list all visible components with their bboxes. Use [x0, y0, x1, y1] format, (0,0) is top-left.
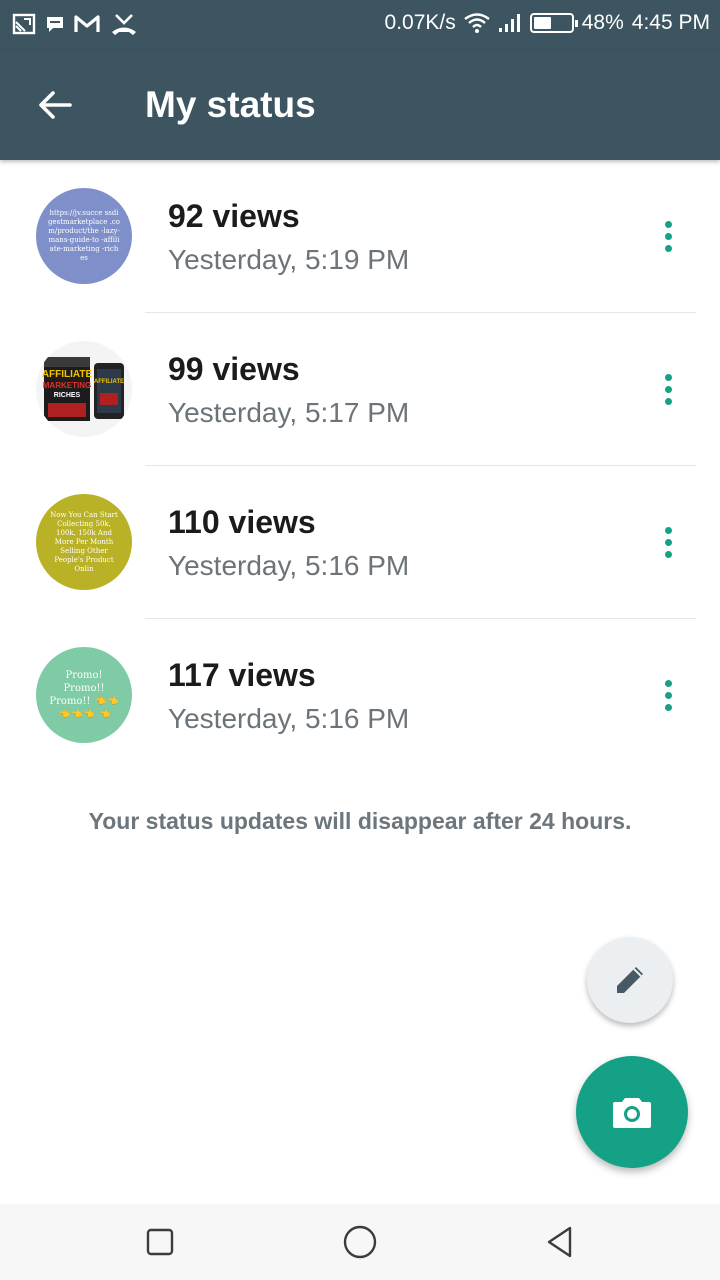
- circle-icon: [343, 1225, 377, 1259]
- more-options-button[interactable]: [650, 518, 686, 566]
- svg-text:RICHES: RICHES: [54, 392, 81, 399]
- status-item[interactable]: Now You Can Start Collecting 50k, 100k, …: [0, 466, 720, 619]
- status-item[interactable]: AFFILIATE MARKETING RICHES AFFILIATE 99 …: [0, 313, 720, 466]
- text-status-button[interactable]: [587, 937, 673, 1023]
- svg-text:AFFILIATE: AFFILIATE: [94, 379, 124, 385]
- camera-status-button[interactable]: [576, 1056, 688, 1168]
- status-time: Yesterday, 5:17 PM: [168, 397, 410, 428]
- cast-icon: [12, 13, 36, 35]
- missed-call-icon: [112, 14, 136, 35]
- battery-percent: 48%: [581, 11, 624, 34]
- recents-button[interactable]: [140, 1222, 180, 1262]
- camera-icon: [613, 1098, 651, 1128]
- svg-text:AFFILIATE: AFFILIATE: [42, 369, 93, 380]
- back-nav-button[interactable]: [540, 1222, 580, 1262]
- status-thumbnail[interactable]: Now You Can Start Collecting 50k, 100k, …: [36, 494, 132, 590]
- status-item[interactable]: Promo! Promo!! Promo!! 👈👈👈👈👈 👈 117 views…: [0, 619, 720, 772]
- more-options-button[interactable]: [650, 212, 686, 260]
- signal-icon: [498, 14, 520, 32]
- home-button[interactable]: [340, 1222, 380, 1262]
- back-button[interactable]: [30, 80, 80, 130]
- wifi-icon: [464, 13, 490, 33]
- more-vert-icon: [664, 373, 672, 381]
- gmail-icon: [74, 15, 100, 32]
- thumbnail-text: Now You Can Start Collecting 50k, 100k, …: [50, 510, 118, 573]
- more-vert-icon: [664, 679, 672, 687]
- network-speed: 0.07K/s: [384, 11, 456, 34]
- system-nav-bar: [0, 1204, 720, 1280]
- view-count: 92 views: [168, 198, 300, 234]
- arrow-back-icon: [39, 91, 72, 119]
- clock: 4:45 PM: [631, 11, 710, 34]
- svg-text:MARKETING: MARKETING: [43, 381, 91, 390]
- more-vert-icon: [664, 220, 672, 228]
- status-list: https://jv.succe ssdigestmarketplace .co…: [0, 160, 720, 772]
- square-icon: [146, 1228, 174, 1256]
- view-count: 117 views: [168, 657, 316, 693]
- view-count: 99 views: [168, 351, 300, 387]
- message-icon: [47, 17, 63, 32]
- more-options-button[interactable]: [650, 365, 686, 413]
- triangle-back-icon: [547, 1226, 572, 1258]
- thumbnail-text: Promo! Promo!! Promo!! 👈👈👈👈👈 👈: [49, 670, 119, 720]
- thumbnail-text: https://jv.succe ssdigestmarketplace .co…: [48, 209, 120, 262]
- app-bar: My status: [0, 50, 720, 160]
- pencil-icon: [617, 967, 643, 993]
- page-title: My status: [145, 84, 316, 125]
- status-thumbnail[interactable]: AFFILIATE MARKETING RICHES AFFILIATE: [36, 341, 132, 437]
- status-time: Yesterday, 5:19 PM: [168, 244, 410, 275]
- battery-icon: [529, 13, 578, 33]
- system-status-bar: 0.07K/s 48% 4:45 PM: [0, 0, 720, 50]
- status-thumbnail[interactable]: Promo! Promo!! Promo!! 👈👈👈👈👈 👈: [36, 647, 132, 743]
- status-item[interactable]: https://jv.succe ssdigestmarketplace .co…: [0, 160, 720, 313]
- more-options-button[interactable]: [650, 671, 686, 719]
- ebook-cover-image: AFFILIATE MARKETING RICHES AFFILIATE: [42, 357, 124, 421]
- view-count: 110 views: [168, 504, 316, 540]
- status-time: Yesterday, 5:16 PM: [168, 703, 410, 734]
- notification-icons: [12, 12, 138, 36]
- more-vert-icon: [664, 526, 672, 534]
- expiry-note: Your status updates will disappear after…: [88, 808, 632, 834]
- status-time: Yesterday, 5:16 PM: [168, 550, 410, 581]
- status-thumbnail[interactable]: https://jv.succe ssdigestmarketplace .co…: [36, 188, 132, 284]
